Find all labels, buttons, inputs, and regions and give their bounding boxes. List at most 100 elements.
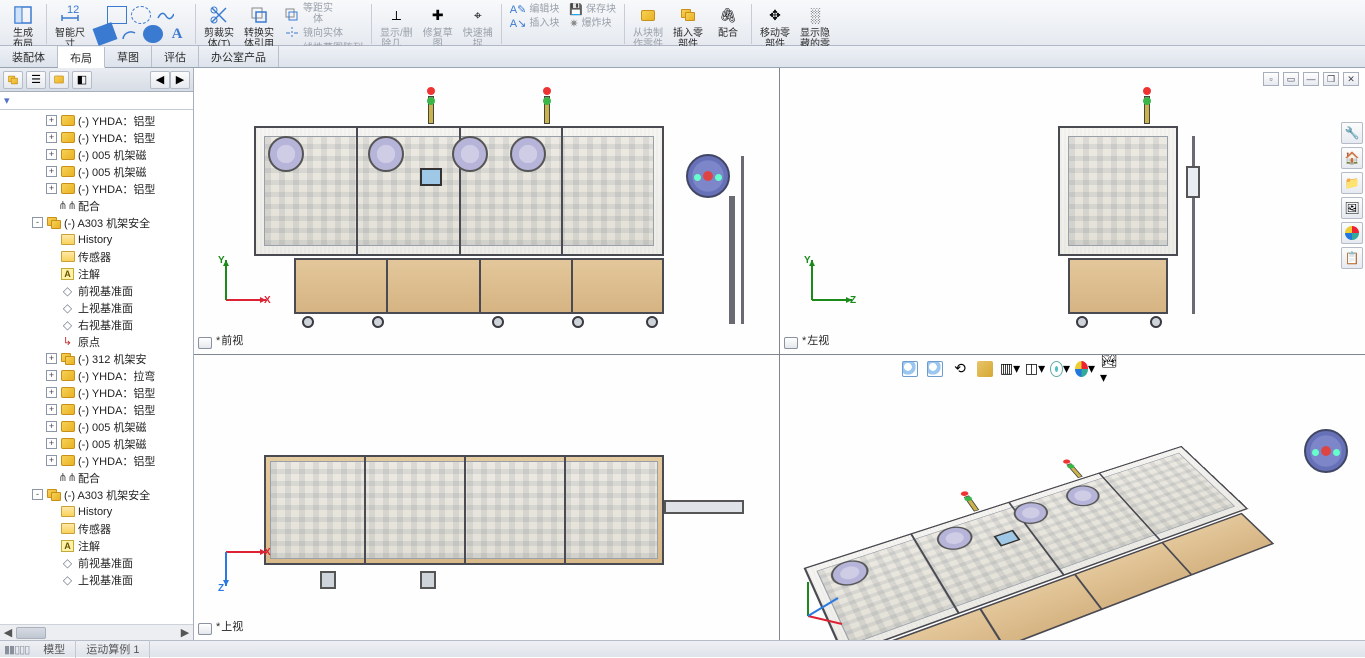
tree-node[interactable]: History bbox=[0, 503, 193, 520]
tab-evaluate[interactable]: 评估 bbox=[152, 46, 199, 67]
fm-tab-config[interactable] bbox=[49, 71, 69, 89]
fm-tab-next[interactable]: ▶ bbox=[170, 71, 190, 89]
taskpane-appearances[interactable] bbox=[1341, 222, 1363, 244]
expand-toggle[interactable]: + bbox=[46, 387, 57, 398]
expand-toggle[interactable]: + bbox=[46, 421, 57, 432]
cmd-arc[interactable] bbox=[119, 25, 139, 43]
cmd-line[interactable] bbox=[95, 25, 115, 43]
taskpane-file-explorer[interactable]: 📁 bbox=[1341, 172, 1363, 194]
cmd-make-part-from-block[interactable]: 从块制作零件 bbox=[629, 2, 667, 51]
cmd-spline[interactable] bbox=[155, 6, 175, 24]
motion-controls[interactable]: ▮▮▯▯▯ bbox=[0, 642, 33, 657]
scroll-left-button[interactable]: ◀ bbox=[0, 626, 16, 640]
tab-office[interactable]: 办公室产品 bbox=[199, 46, 279, 67]
vt-section[interactable] bbox=[975, 359, 995, 379]
vt-prev-view[interactable]: ⟲ bbox=[950, 359, 970, 379]
tree-node[interactable]: A注解 bbox=[0, 537, 193, 554]
hscroll-thumb[interactable] bbox=[16, 627, 46, 639]
vt-orientation[interactable]: ▥▾ bbox=[1000, 359, 1020, 379]
expand-toggle[interactable]: + bbox=[46, 115, 57, 126]
cmd-trim[interactable]: 剪裁实体(T) bbox=[200, 2, 238, 51]
tree-node[interactable]: +(-) YHDA：铝型 bbox=[0, 401, 193, 418]
tab-layout[interactable]: 布局 bbox=[58, 47, 105, 68]
cmd-move-component[interactable]: ✥移动零部件 bbox=[756, 2, 794, 51]
expand-toggle[interactable]: + bbox=[46, 404, 57, 415]
view-port-icon[interactable] bbox=[198, 623, 212, 635]
tree-node[interactable]: +(-) 005 机架磁 bbox=[0, 146, 193, 163]
vt-zoom-fit[interactable] bbox=[900, 359, 920, 379]
expand-toggle[interactable]: + bbox=[46, 455, 57, 466]
tree-node[interactable]: ◇前视基准面 bbox=[0, 554, 193, 571]
vt-appearance[interactable]: ▾ bbox=[1075, 359, 1095, 379]
taskpane-view-palette[interactable]: 🖼 bbox=[1341, 197, 1363, 219]
cmd-smart-dimension[interactable]: 12 智能尺寸 bbox=[51, 2, 89, 51]
expand-toggle[interactable]: + bbox=[46, 438, 57, 449]
cmd-text[interactable]: A bbox=[167, 25, 187, 43]
tree-node[interactable]: +(-) YHDA：拉弯 bbox=[0, 367, 193, 384]
tree-node[interactable]: ◇前视基准面 bbox=[0, 282, 193, 299]
tree-node[interactable]: 传感器 bbox=[0, 248, 193, 265]
cmd-show-delete[interactable]: ⟂显示/删除几… bbox=[376, 2, 417, 51]
cmd-edit-block[interactable]: A✎编辑块 bbox=[510, 3, 560, 16]
scroll-right-button[interactable]: ▶ bbox=[177, 626, 193, 640]
tree-node[interactable]: ◇上视基准面 bbox=[0, 571, 193, 588]
tree-node[interactable]: +(-) YHDA：铝型 bbox=[0, 112, 193, 129]
view-left[interactable]: ▫ ▭ — ❐ ✕ 🔧 🏠 📁 🖼 📋 bbox=[780, 68, 1365, 354]
tree-node[interactable]: +(-) YHDA：铝型 bbox=[0, 384, 193, 401]
expand-toggle[interactable]: - bbox=[32, 217, 43, 228]
cmd-mirror[interactable]: 镜向实体 bbox=[284, 26, 343, 40]
view-port-icon[interactable] bbox=[784, 337, 798, 349]
cmd-insert-component[interactable]: 插入零部件 bbox=[669, 2, 707, 51]
tab-sketch[interactable]: 草图 bbox=[105, 46, 152, 67]
cmd-save-block[interactable]: 💾保存块 bbox=[569, 3, 616, 16]
bottom-tab-motion[interactable]: 运动算例 1 bbox=[76, 640, 150, 658]
feature-filter-bar[interactable]: ▾ bbox=[0, 92, 193, 110]
tab-assembly[interactable]: 装配体 bbox=[0, 46, 58, 67]
vt-zoom-area[interactable] bbox=[925, 359, 945, 379]
cmd-explode-block[interactable]: ✷爆炸块 bbox=[569, 17, 611, 30]
tree-node[interactable]: +(-) YHDA：铝型 bbox=[0, 452, 193, 469]
fm-tab-property[interactable]: ☰ bbox=[26, 71, 46, 89]
taskpane-design-library[interactable]: 🏠 bbox=[1341, 147, 1363, 169]
taskpane-custom-props[interactable]: 📋 bbox=[1341, 247, 1363, 269]
vp-btn-1[interactable]: ▫ bbox=[1263, 72, 1279, 86]
cmd-circle[interactable] bbox=[131, 6, 151, 24]
expand-toggle[interactable]: + bbox=[46, 166, 57, 177]
tree-node[interactable]: -(-) A303 机架安全 bbox=[0, 214, 193, 231]
tree-node[interactable]: ↳原点 bbox=[0, 333, 193, 350]
bottom-tab-model[interactable]: 模型 bbox=[33, 640, 76, 658]
tree-node[interactable]: +(-) 005 机架磁 bbox=[0, 163, 193, 180]
expand-toggle[interactable]: - bbox=[32, 489, 43, 500]
tree-node[interactable]: ⋔⋔配合 bbox=[0, 469, 193, 486]
tree-node[interactable]: History bbox=[0, 231, 193, 248]
tree-node[interactable]: 传感器 bbox=[0, 520, 193, 537]
expand-toggle[interactable]: + bbox=[46, 353, 57, 364]
expand-toggle[interactable]: + bbox=[46, 132, 57, 143]
tree-node[interactable]: +(-) 005 机架磁 bbox=[0, 435, 193, 452]
vp-close-button[interactable]: ✕ bbox=[1343, 72, 1359, 86]
tree-node[interactable]: +(-) 005 机架磁 bbox=[0, 418, 193, 435]
cmd-convert-entities[interactable]: 转换实体引用 bbox=[240, 2, 278, 51]
tree-node[interactable]: +(-) YHDA：铝型 bbox=[0, 129, 193, 146]
expand-toggle[interactable]: + bbox=[46, 149, 57, 160]
cmd-offset[interactable]: 等距实体 bbox=[284, 3, 333, 25]
tree-node[interactable]: ◇上视基准面 bbox=[0, 299, 193, 316]
cmd-point[interactable] bbox=[143, 25, 163, 43]
view-top[interactable]: XZ *上视 bbox=[194, 355, 779, 641]
tree-node[interactable]: A注解 bbox=[0, 265, 193, 282]
cmd-mate[interactable]: 🖇配合 bbox=[709, 2, 747, 40]
view-front[interactable]: XY *前视 bbox=[194, 68, 779, 354]
vt-hide-show[interactable]: ▾ bbox=[1050, 359, 1070, 379]
tree-node[interactable]: +(-) 312 机架安 bbox=[0, 350, 193, 367]
vp-minimize-button[interactable]: — bbox=[1303, 72, 1319, 86]
tree-node[interactable]: -(-) A303 机架安全 bbox=[0, 486, 193, 503]
fm-tab-tree[interactable] bbox=[3, 71, 23, 89]
fm-tab-display[interactable]: ◧ bbox=[72, 71, 92, 89]
vp-btn-2[interactable]: ▭ bbox=[1283, 72, 1299, 86]
cmd-generate-layout[interactable]: 生成布局 bbox=[4, 2, 42, 51]
vt-scene[interactable]: 🏞▾ bbox=[1100, 359, 1120, 379]
view-port-icon[interactable] bbox=[198, 337, 212, 349]
expand-toggle[interactable]: + bbox=[46, 370, 57, 381]
feature-tree[interactable]: +(-) YHDA：铝型+(-) YHDA：铝型+(-) 005 机架磁+(-)… bbox=[0, 110, 193, 624]
tree-node[interactable]: ◇右视基准面 bbox=[0, 316, 193, 333]
